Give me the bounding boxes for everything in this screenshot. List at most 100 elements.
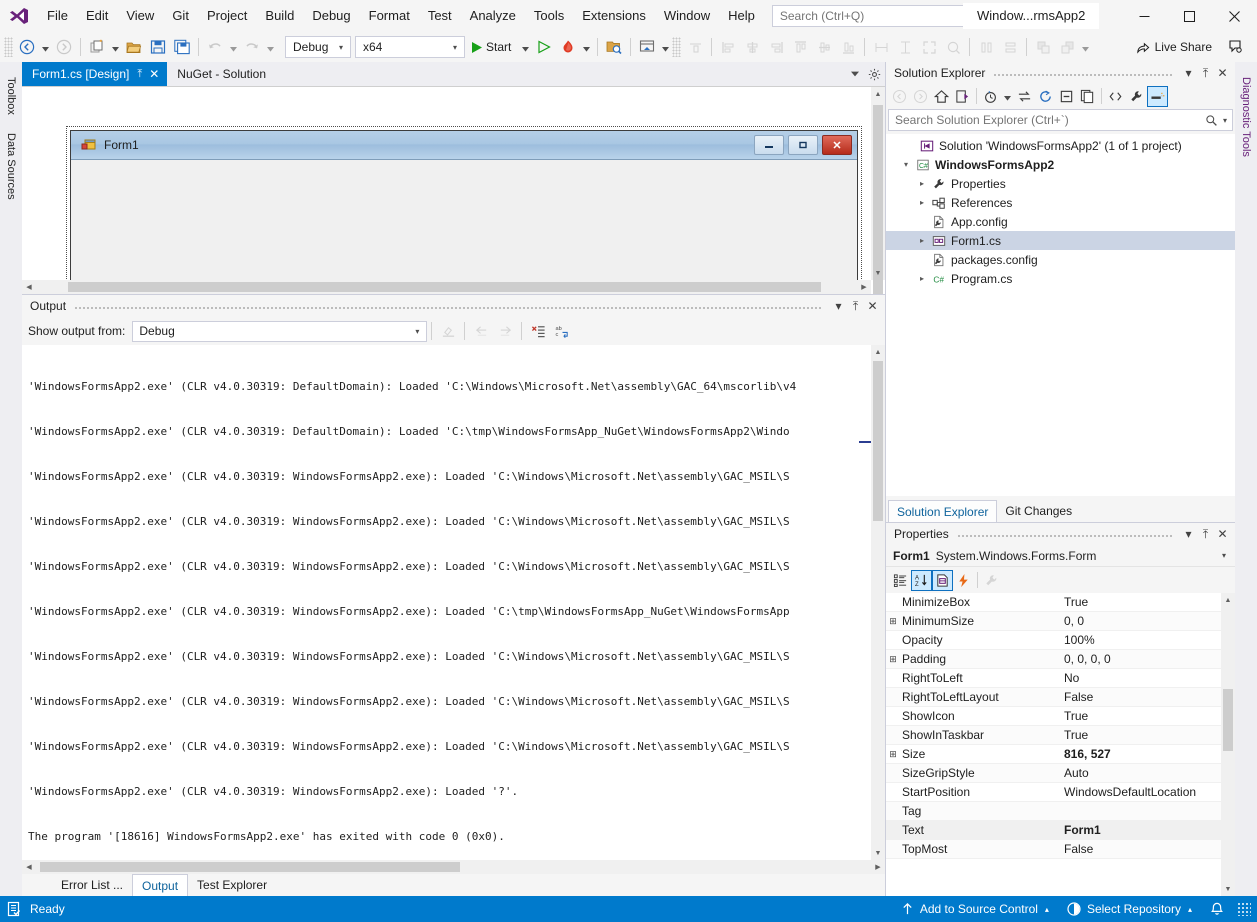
- save-icon[interactable]: [146, 35, 170, 59]
- maximize-button[interactable]: [1167, 0, 1212, 32]
- property-value[interactable]: 100%: [1060, 633, 1235, 647]
- pin-icon[interactable]: ⤒: [137, 68, 142, 81]
- make-vertical-spacing-equal-icon[interactable]: [998, 35, 1022, 59]
- search-input[interactable]: [779, 9, 966, 23]
- menu-test[interactable]: Test: [419, 0, 461, 32]
- close-button[interactable]: [1212, 0, 1257, 32]
- add-to-source-control-button[interactable]: Add to Source Control ▴: [892, 896, 1058, 922]
- property-row[interactable]: SizeGripStyle Auto: [886, 764, 1235, 783]
- document-settings-gear-icon[interactable]: [863, 62, 885, 86]
- tree-node-app-config[interactable]: App.config: [886, 212, 1235, 231]
- navigate-back-dropdown-icon[interactable]: [39, 35, 52, 59]
- scroll-right-icon[interactable]: ▶: [857, 283, 871, 291]
- designer-h-scroll-thumb[interactable]: [68, 282, 821, 292]
- output-panel-close-icon[interactable]: ✕: [864, 296, 881, 316]
- close-icon[interactable]: ✕: [149, 68, 159, 80]
- scroll-down-icon[interactable]: ▼: [1221, 882, 1235, 896]
- tab-test-explorer[interactable]: Test Explorer: [188, 874, 276, 896]
- scroll-right-icon[interactable]: ▶: [871, 863, 885, 871]
- make-same-size-icon[interactable]: [917, 35, 941, 59]
- scroll-up-icon[interactable]: ▲: [871, 87, 885, 101]
- collapse-toggle-icon[interactable]: [1014, 86, 1035, 107]
- output-h-scroll-thumb[interactable]: [40, 862, 460, 872]
- tree-node-solution[interactable]: Solution 'WindowsFormsApp2' (1 of 1 proj…: [886, 136, 1235, 155]
- property-row[interactable]: ⊞ Padding 0, 0, 0, 0: [886, 650, 1235, 669]
- tree-expander[interactable]: ▸: [914, 274, 930, 283]
- make-horizontal-spacing-equal-icon[interactable]: [974, 35, 998, 59]
- new-project-dropdown-icon[interactable]: [109, 35, 122, 59]
- align-to-grid-icon[interactable]: [683, 35, 707, 59]
- live-share-button[interactable]: Live Share: [1130, 35, 1217, 59]
- attach-to-process-icon[interactable]: [602, 35, 626, 59]
- refresh-icon[interactable]: [1035, 86, 1056, 107]
- output-horizontal-scrollbar[interactable]: ◀ ▶: [22, 860, 885, 874]
- property-value[interactable]: 816, 527: [1060, 747, 1235, 761]
- output-text-area[interactable]: 'WindowsFormsApp2.exe' (CLR v4.0.30319: …: [22, 345, 885, 874]
- output-vertical-scrollbar[interactable]: ▲ ▼: [871, 345, 885, 860]
- property-value[interactable]: False: [1060, 690, 1235, 704]
- new-project-icon[interactable]: [85, 35, 109, 59]
- align-bottoms-icon[interactable]: [836, 35, 860, 59]
- panel-drag-area[interactable]: [74, 295, 822, 317]
- align-rights-icon[interactable]: [764, 35, 788, 59]
- redo-dropdown-icon[interactable]: [264, 35, 277, 59]
- make-same-width-icon[interactable]: [869, 35, 893, 59]
- tree-expander[interactable]: ▸: [914, 236, 930, 245]
- tab-git-changes[interactable]: Git Changes: [997, 500, 1080, 522]
- panel-drag-area[interactable]: [993, 62, 1172, 84]
- property-row[interactable]: ⊞ MinimumSize 0, 0: [886, 612, 1235, 631]
- form-minimize-button[interactable]: [754, 135, 784, 155]
- properties-vertical-scrollbar[interactable]: ▲ ▼: [1221, 593, 1235, 896]
- pending-changes-filter-icon[interactable]: [980, 86, 1001, 107]
- tree-node-packages-config[interactable]: packages.config: [886, 250, 1235, 269]
- start-dropdown-icon[interactable]: [519, 35, 532, 59]
- start-without-debugging-icon[interactable]: [532, 35, 556, 59]
- property-value[interactable]: 0, 0, 0, 0: [1060, 652, 1235, 666]
- solution-explorer-search[interactable]: ▾: [888, 109, 1233, 131]
- properties-object-selector[interactable]: Form1 System.Windows.Forms.Form ▾: [886, 545, 1235, 567]
- make-same-height-icon[interactable]: [893, 35, 917, 59]
- property-value[interactable]: No: [1060, 671, 1235, 685]
- home-icon[interactable]: [931, 86, 952, 107]
- feedback-icon[interactable]: [1223, 35, 1249, 59]
- property-value[interactable]: True: [1060, 728, 1235, 742]
- properties-pin-icon[interactable]: ⤒: [1197, 524, 1214, 544]
- form-preview[interactable]: Form1 ✕: [70, 130, 858, 294]
- property-expander[interactable]: ⊞: [886, 749, 900, 760]
- tree-node-project[interactable]: ▾ C# WindowsFormsApp2: [886, 155, 1235, 174]
- align-lefts-icon[interactable]: [716, 35, 740, 59]
- properties-grid[interactable]: MinimizeBox True ⊞ MinimumSize 0, 0 Opac…: [886, 593, 1235, 896]
- go-to-next-icon[interactable]: [493, 319, 517, 343]
- output-v-scroll-thumb[interactable]: [873, 361, 883, 521]
- output-source-dropdown[interactable]: Debug ▾: [132, 320, 428, 342]
- navigate-forward-icon[interactable]: [52, 35, 76, 59]
- menu-extensions[interactable]: Extensions: [573, 0, 655, 32]
- property-value[interactable]: True: [1060, 709, 1235, 723]
- property-value[interactable]: False: [1060, 842, 1235, 856]
- property-value[interactable]: Form1: [1060, 823, 1235, 837]
- form-close-button[interactable]: ✕: [822, 135, 852, 155]
- solution-search-input[interactable]: [895, 113, 1204, 127]
- tree-node-references[interactable]: ▸ References: [886, 193, 1235, 212]
- send-to-back-icon[interactable]: [1055, 35, 1079, 59]
- designer-vertical-scrollbar[interactable]: ▲ ▼: [871, 87, 885, 294]
- save-all-icon[interactable]: [170, 35, 194, 59]
- form-selection-frame[interactable]: Form1 ✕: [66, 126, 862, 294]
- align-tops-icon[interactable]: [788, 35, 812, 59]
- sync-with-active-document-icon[interactable]: [952, 86, 973, 107]
- menu-window[interactable]: Window: [655, 0, 719, 32]
- property-row[interactable]: ShowIcon True: [886, 707, 1235, 726]
- select-repository-button[interactable]: Select Repository ▴: [1058, 896, 1201, 922]
- menu-edit[interactable]: Edit: [77, 0, 117, 32]
- clear-all-icon[interactable]: [436, 319, 460, 343]
- property-row-selected[interactable]: Text Form1: [886, 821, 1235, 840]
- solution-explorer-pin-icon[interactable]: ⤒: [1197, 63, 1214, 83]
- chevron-down-icon[interactable]: ▾: [1217, 551, 1231, 560]
- menu-git[interactable]: Git: [163, 0, 198, 32]
- property-row[interactable]: Opacity 100%: [886, 631, 1235, 650]
- tree-expander[interactable]: ▾: [898, 160, 914, 169]
- menu-tools[interactable]: Tools: [525, 0, 573, 32]
- windows-forms-designer[interactable]: Form1 ✕ ▲ ▼ ◀ ▶: [22, 86, 885, 294]
- size-to-grid-icon[interactable]: [941, 35, 965, 59]
- resize-grip[interactable]: [1237, 902, 1251, 916]
